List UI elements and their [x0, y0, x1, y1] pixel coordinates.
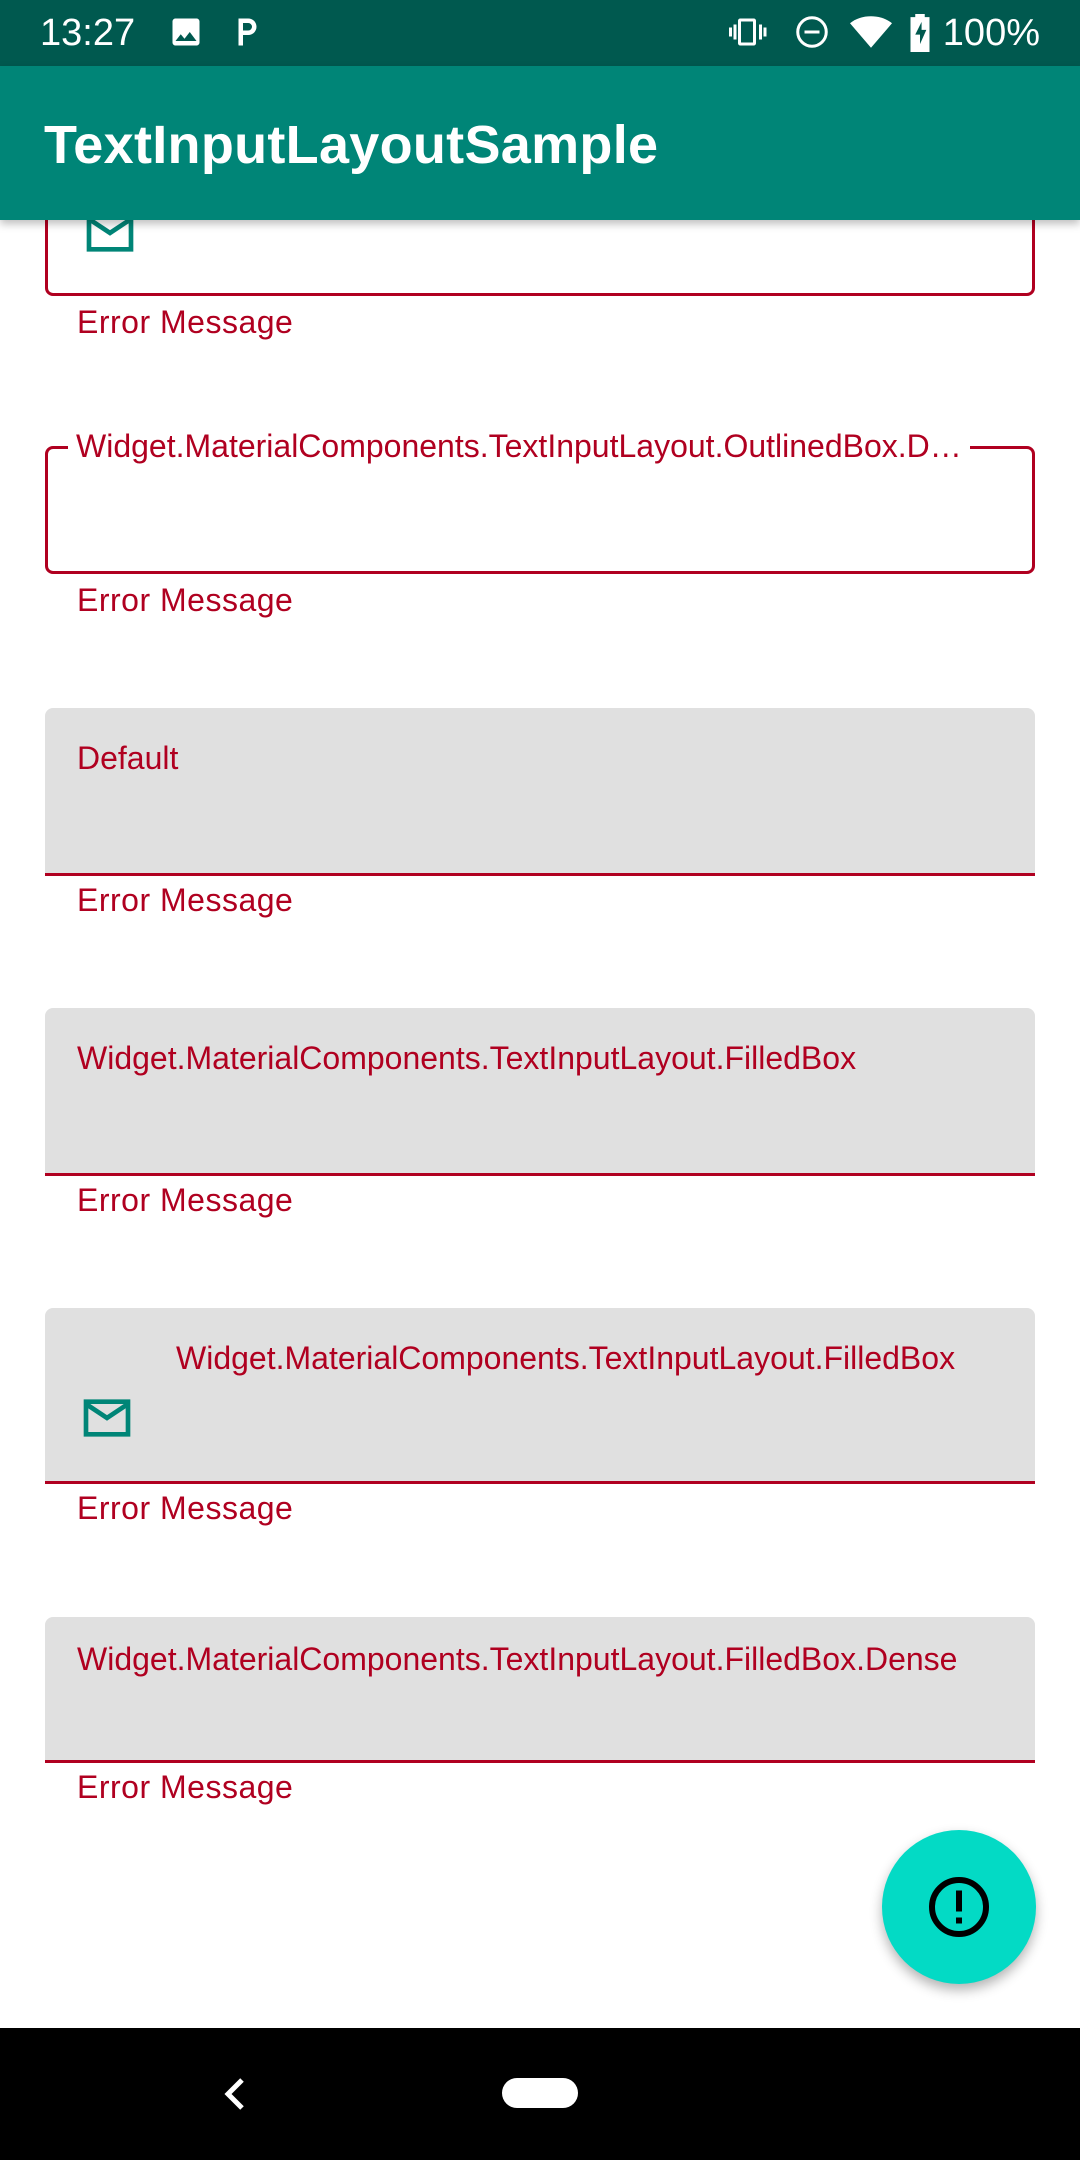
error-message: Error Message	[77, 582, 294, 618]
error-message: Error Message	[77, 882, 294, 918]
text-input-outlined-icon[interactable]	[45, 220, 1035, 296]
field-label: Widget.MaterialComponents.TextInputLayou…	[68, 426, 970, 466]
app-bar: TextInputLayoutSample	[0, 66, 1080, 220]
field-label: Widget.MaterialComponents.TextInputLayou…	[77, 1641, 958, 1677]
battery-charging-icon	[908, 14, 932, 57]
status-bar: 13:27 100%	[0, 0, 1080, 66]
app-title: TextInputLayoutSample	[44, 115, 659, 175]
error-message: Error Message	[77, 304, 294, 340]
text-input-filled-box[interactable]: Widget.MaterialComponents.TextInputLayou…	[45, 1008, 1035, 1176]
error-outline-icon	[929, 1877, 989, 1937]
do-not-disturb-icon	[794, 14, 830, 55]
home-pill-icon[interactable]	[502, 2078, 578, 2108]
text-input-filled-icon[interactable]: Widget.MaterialComponents.TextInputLayou…	[45, 1308, 1035, 1484]
field-label: Default	[77, 740, 179, 776]
error-message: Error Message	[77, 1490, 294, 1526]
error-message: Error Message	[77, 1769, 294, 1805]
email-icon	[82, 220, 138, 266]
status-time: 13:27	[40, 12, 136, 54]
field-label: Widget.MaterialComponents.TextInputLayou…	[77, 1040, 857, 1076]
back-chevron-icon[interactable]	[220, 2074, 250, 2119]
battery-percentage: 100%	[942, 12, 1040, 54]
text-input-filled-default[interactable]: Default	[45, 708, 1035, 876]
email-icon	[79, 1390, 135, 1451]
form-content[interactable]: Error Message Widget.MaterialComponents.…	[0, 220, 1080, 2028]
text-input-filled-dense[interactable]: Widget.MaterialComponents.TextInputLayou…	[45, 1617, 1035, 1763]
field-label: Widget.MaterialComponents.TextInputLayou…	[176, 1340, 956, 1376]
wifi-icon	[850, 14, 892, 55]
error-fab-button[interactable]	[882, 1830, 1036, 1984]
screen: 13:27 100% TextInputLayoutSample Error M…	[0, 0, 1080, 2160]
parking-icon	[228, 14, 264, 55]
error-message: Error Message	[77, 1182, 294, 1218]
vibrate-icon	[728, 14, 772, 55]
image-icon	[168, 14, 204, 55]
navigation-bar	[0, 2028, 1080, 2160]
